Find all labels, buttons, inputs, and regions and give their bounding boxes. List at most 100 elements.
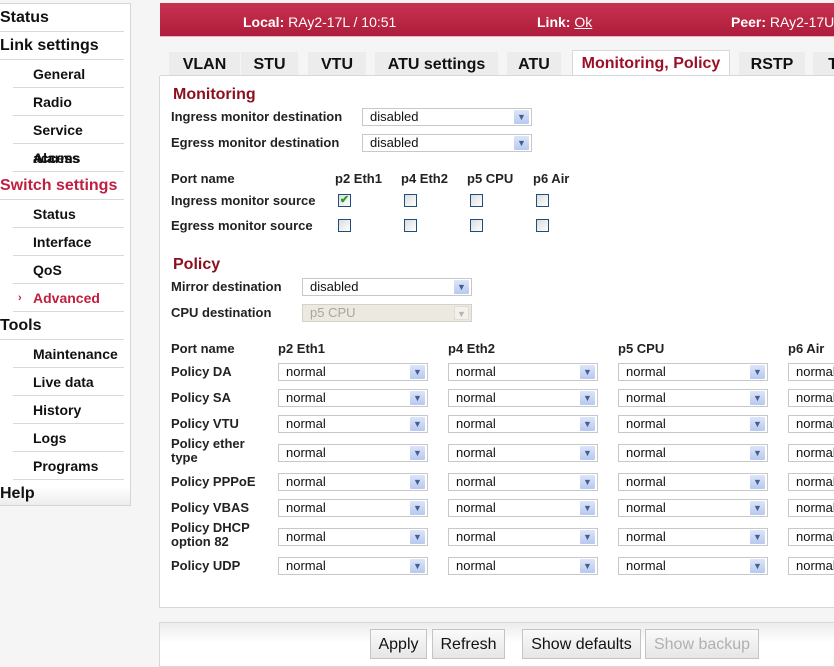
tab-vtu[interactable]: VTU [308,52,366,76]
tab-atu[interactable]: ATU [507,52,561,76]
ingress-source-checkbox[interactable] [470,194,483,207]
policy-select-value: normal [626,529,666,544]
ingress-source-checkbox[interactable] [404,194,417,207]
policy-select[interactable]: normal▼ [448,363,598,381]
sidebar-item-logs[interactable]: Logs [13,424,130,452]
sidebar-item-status[interactable]: Status [13,200,130,228]
mirror-destination-select[interactable]: disabled ▼ [302,278,472,296]
policy-title: Policy [173,256,221,273]
policy-select[interactable]: normal▼ [448,389,598,407]
policy-row-label: Policy VTU [171,416,239,431]
tab-t[interactable]: T [813,52,834,76]
sidebar-item-alarms[interactable]: Alarms [13,144,130,172]
policy-select-value: normal [286,529,326,544]
policy-select[interactable]: normal▼ [788,415,834,433]
tab-rstp[interactable]: RSTP [739,52,805,76]
policy-select[interactable]: normal▼ [278,415,428,433]
policy-select[interactable]: normal▼ [278,363,428,381]
policy-select[interactable]: normal▼ [278,528,428,546]
sidebar-item-general[interactable]: General [13,60,130,88]
egress-source-checkbox[interactable] [338,219,351,232]
ingress-source-checkbox[interactable] [536,194,549,207]
policy-select[interactable]: normal ▼ [618,415,768,433]
policy-select-value: normal [286,558,326,573]
policy-select[interactable]: normal▼ [278,444,428,462]
sidebar-item-label: Radio [33,94,72,110]
link-label: Link: [537,14,571,30]
policy-select[interactable]: normal▼ [788,363,834,381]
sidebar-item-programs[interactable]: Programs [13,452,130,480]
policy-select-value: normal [796,529,834,544]
sidebar-item-advanced[interactable]: › Advanced [13,284,130,312]
policy-select[interactable]: normal▼ [448,415,598,433]
policy-select-value: normal [286,500,326,515]
tab-monitoring-policy[interactable]: Monitoring, Policy [572,50,730,76]
policy-select[interactable]: normal▼ [618,363,768,381]
policy-select[interactable]: normal▼ [278,389,428,407]
egress-source-checkbox[interactable] [404,219,417,232]
policy-select[interactable]: normal▼ [278,473,428,491]
chevron-down-icon: ▼ [750,559,765,573]
chevron-down-icon: ▼ [514,110,529,124]
chevron-down-icon: ▼ [750,417,765,431]
policy-select[interactable]: normal▼ [448,528,598,546]
policy-select[interactable]: normal▼ [618,444,768,462]
chevron-down-icon: ▼ [410,559,425,573]
policy-select[interactable]: normal ▼ [278,557,428,575]
egress-source-checkbox[interactable] [470,219,483,232]
policy-select[interactable]: normal▼ [448,499,598,517]
sidebar-item-link-settings[interactable]: Link settings [0,32,130,60]
policy-select[interactable]: normal▼ [788,444,834,462]
sidebar-item-radio[interactable]: Radio [13,88,130,116]
egress-source-checkbox[interactable] [536,219,549,232]
tab-stu[interactable]: STU [241,52,298,76]
apply-button[interactable]: Apply [370,629,427,659]
sidebar-item-live-data[interactable]: Live data [13,368,130,396]
chevron-down-icon: ▼ [454,306,469,320]
sidebar-item-label: Logs [33,430,67,446]
ingress-source-checkbox[interactable]: ✔ [338,194,351,207]
cpu-destination-label: CPU destination [171,305,272,320]
show-defaults-button[interactable]: Show defaults [522,629,641,659]
policy-select[interactable]: normal▼ [618,473,768,491]
policy-select[interactable]: normal▼ [788,389,834,407]
sidebar-item-service-access[interactable]: Service access [13,116,130,166]
policy-select[interactable]: normal▼ [448,473,598,491]
policy-select[interactable]: normal▼ [448,557,598,575]
sidebar-item-label: Interface [33,234,92,250]
policy-select[interactable]: normal▼ [788,499,834,517]
policy-select-value: normal [626,445,666,460]
policy-select[interactable]: normal▼ [448,444,598,462]
sidebar-item-help[interactable]: Help [0,480,130,508]
egress-destination-value: disabled [370,135,419,150]
policy-select[interactable]: normal▼ [618,389,768,407]
policy-select[interactable]: normal▼ [618,528,768,546]
policy-select[interactable]: normal ▼ [278,499,428,517]
sidebar-item-tools[interactable]: Tools [0,312,130,340]
sidebar-item-maintenance[interactable]: Maintenance [13,340,130,368]
sidebar-item-switch-settings[interactable]: Switch settings [0,172,130,200]
policy-select-value: normal [796,390,834,405]
policy-select[interactable]: normal▼ [788,473,834,491]
ingress-destination-select[interactable]: disabled ▼ [362,108,532,126]
sidebar-item-qos[interactable]: QoS [13,256,130,284]
policy-select[interactable]: normal▼ [788,557,834,575]
chevron-down-icon: ▼ [580,365,595,379]
sidebar-item-history[interactable]: History [13,396,130,424]
policy-select-value: normal [796,416,834,431]
policy-select[interactable]: normal▼ [618,557,768,575]
policy-select[interactable]: normal▼ [788,528,834,546]
link-status-link[interactable]: Ok [574,14,592,30]
sidebar-item-interface[interactable]: Interface [13,228,130,256]
cpu-destination-select: p5 CPU ▼ [302,304,472,322]
sidebar-item-label: Switch settings [0,177,118,194]
policy-select[interactable]: normal▼ [618,499,768,517]
chevron-down-icon: ▼ [410,501,425,515]
egress-destination-select[interactable]: disabled ▼ [362,134,532,152]
tab-vlan[interactable]: VLAN [169,52,240,76]
sidebar-nav: Status Link settings General Radio Service a… [0,3,131,506]
tab-atu-settings[interactable]: ATU settings [375,52,498,76]
refresh-button[interactable]: Refresh [432,629,505,659]
sidebar-item-status[interactable]: Status [0,4,130,32]
policy-select-value: normal [626,416,666,431]
